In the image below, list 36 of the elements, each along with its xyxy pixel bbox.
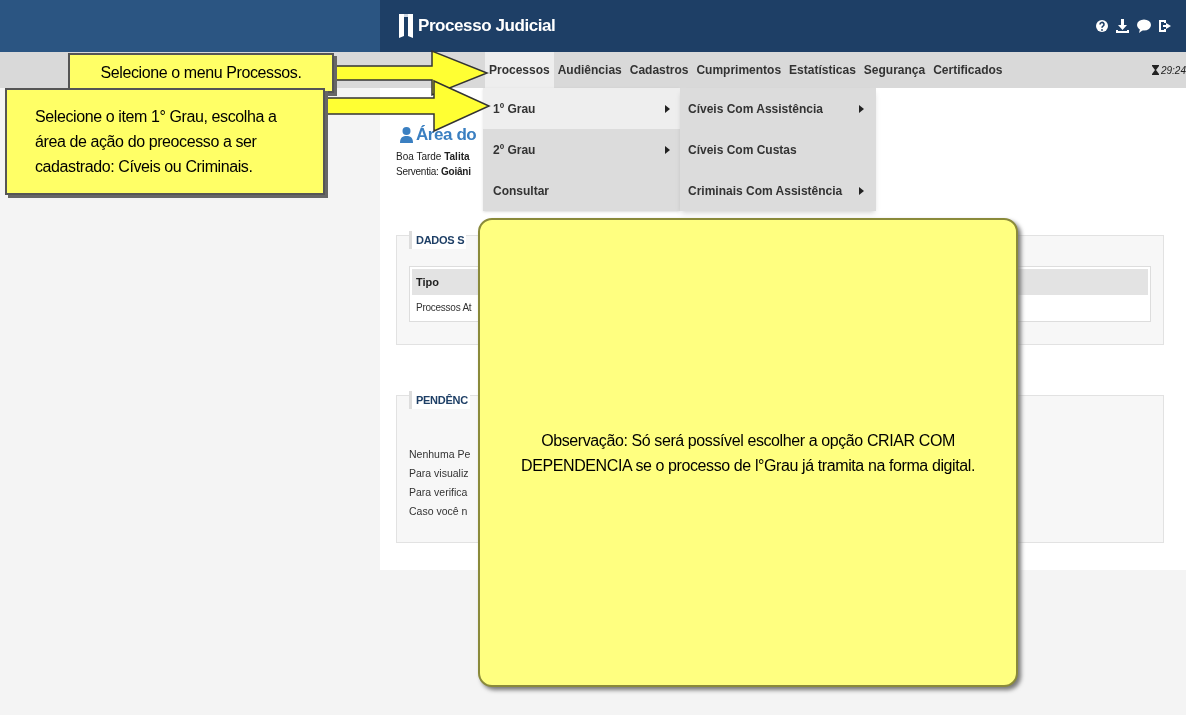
info-text: Para visualiz — [409, 466, 469, 481]
user-icon — [400, 126, 413, 143]
menu-entry[interactable]: 2º Grau — [483, 129, 680, 170]
app-title: Processo Judicial — [418, 15, 556, 38]
download-icon[interactable] — [1116, 19, 1129, 33]
callout-box: Selecione o menu Processos. — [68, 53, 334, 93]
logout-icon[interactable] — [1159, 19, 1172, 33]
column-header: Tipo — [416, 274, 439, 290]
menu-entry[interactable]: Consultar — [483, 170, 680, 211]
serventia-text: Serventia: Goiâni — [396, 165, 471, 179]
note-box: Observação: Só será possível escolher a opção CRIAR COM DEPENDENCIA se o processo de l°Grau já tramita na forma digital. — [478, 218, 1018, 687]
menu-item[interactable]: Estatísticas — [785, 52, 860, 88]
info-text: Para verifica — [409, 485, 468, 500]
menu-item[interactable]: Segurança — [859, 52, 930, 88]
menu-item[interactable]: Cumprimentos — [692, 52, 786, 88]
menu-item[interactable]: Certificados — [929, 52, 1007, 88]
greeting-text: Boa Tarde Talita — [396, 150, 470, 164]
help-icon[interactable] — [1096, 19, 1108, 33]
chat-bubble-icon[interactable] — [1137, 19, 1151, 33]
menu-entry[interactable]: Cíveis Com Assistência — [680, 88, 876, 129]
menu-item[interactable]: Processos — [485, 52, 554, 88]
section-title: DADOS S — [409, 231, 467, 249]
info-text: Caso você n — [409, 504, 468, 519]
page-heading: Área do — [416, 126, 477, 143]
section-title: PENDÊNC — [409, 391, 470, 409]
table-cell-text: Processos At — [416, 300, 472, 315]
callout-box: Selecione o item 1° Grau, escolha a área de ação do preocesso a ser cadastrado: Cíveis ou Criminais. — [5, 88, 325, 195]
logo-icon — [398, 13, 414, 39]
menu-entry[interactable]: 1º Grau — [483, 88, 680, 129]
hourglass-icon — [1151, 65, 1159, 75]
menu-entry[interactable]: Cíveis Com Custas — [680, 129, 876, 170]
info-text: Nenhuma Pe — [409, 447, 471, 462]
menu-item[interactable]: Cadastros — [625, 52, 693, 88]
menu-item[interactable]: Audiências — [553, 52, 626, 88]
menu-entry[interactable]: Criminais Com Assistência — [680, 170, 876, 211]
session-timer: 29:24 — [1160, 63, 1186, 78]
